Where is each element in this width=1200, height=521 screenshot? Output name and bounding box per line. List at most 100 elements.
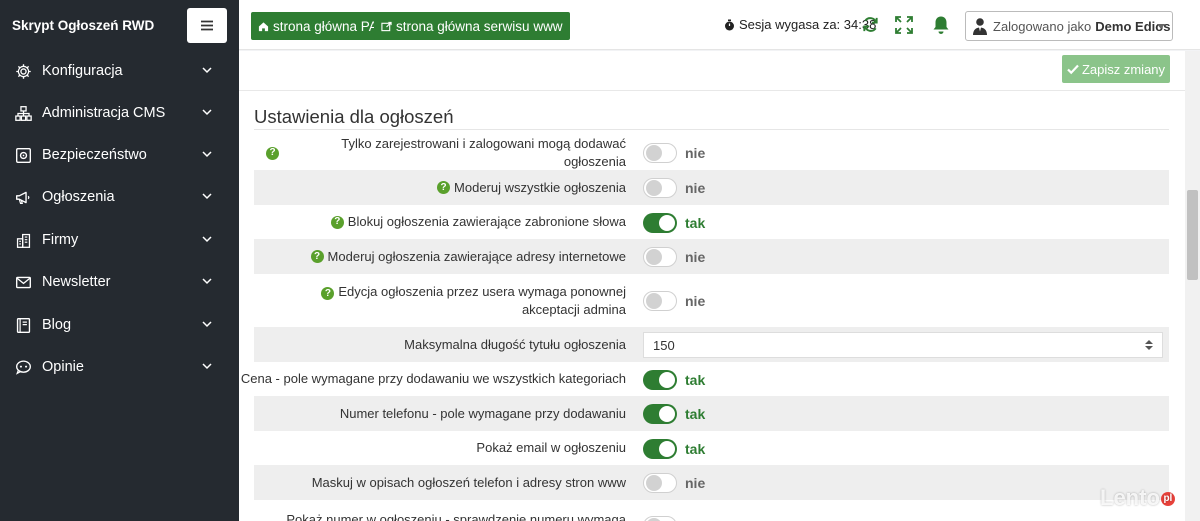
comments-icon: [14, 358, 32, 376]
toggle-knob: [659, 215, 675, 231]
setting-state: nie: [685, 145, 706, 161]
sidebar-item-administracja-cms[interactable]: Administracja CMS: [0, 92, 239, 134]
toggle-knob: [646, 249, 662, 265]
bell-icon[interactable]: [932, 15, 950, 35]
home-pa-button[interactable]: strona główna PA: [251, 12, 385, 40]
setting-label: ? Tylko zarejestrowani i zalogowani mogą …: [266, 136, 626, 170]
setting-row: Maksymalna długość tytułu ogłoszenia 150: [254, 327, 1169, 362]
setting-row: Pokaż numer w ogłoszeniu - sprawdzenie n…: [254, 500, 1169, 521]
save-button[interactable]: Zapisz zmiany: [1062, 55, 1170, 83]
help-icon[interactable]: ?: [437, 181, 451, 194]
chevron-down-icon: [202, 363, 212, 370]
toggle-knob: [659, 372, 675, 388]
gear-icon: [14, 62, 32, 80]
setting-toggle[interactable]: [643, 143, 677, 163]
help-icon[interactable]: ?: [266, 146, 279, 160]
chevron-down-icon: [202, 321, 212, 328]
setting-toggle[interactable]: [643, 439, 677, 459]
setting-row: Cena - pole wymagane przy dodawaniu we w…: [241, 362, 1169, 396]
sidebar-item-bezpieczenstwo[interactable]: Bezpieczeństwo: [0, 134, 239, 176]
setting-row: Maskuj w opisach ogłoszeń telefon i adre…: [254, 465, 1169, 500]
sidebar-item-label: Ogłoszenia: [42, 189, 115, 205]
spinner-arrows-icon[interactable]: [1144, 339, 1154, 351]
home-www-button[interactable]: strona główna serwisu www: [374, 12, 570, 40]
setting-toggle[interactable]: [643, 370, 677, 390]
help-icon[interactable]: ?: [321, 287, 335, 300]
book-icon: [14, 316, 32, 334]
chevron-down-icon: [202, 109, 212, 116]
refresh-icon[interactable]: [861, 15, 880, 34]
toggle-knob: [659, 441, 675, 457]
title-length-input[interactable]: 150: [643, 332, 1163, 358]
setting-state: nie: [685, 475, 706, 491]
sidebar-item-label: Opinie: [42, 359, 84, 375]
sidebar-item-opinie[interactable]: Opinie: [0, 346, 239, 388]
setting-label: ? Blokuj ogłoszenia zawierające zabronion…: [266, 205, 626, 239]
setting-label: Maksymalna długość tytułu ogłoszenia: [404, 336, 626, 352]
setting-toggle[interactable]: [643, 247, 677, 267]
sidebar-item-ogloszenia[interactable]: Ogłoszenia: [0, 176, 239, 218]
help-icon[interactable]: ?: [330, 215, 344, 229]
setting-toggle[interactable]: [643, 473, 677, 493]
setting-row: ? Edycja ogłoszenia przez usera wymaga po…: [254, 274, 1169, 327]
sidebar-item-label: Administracja CMS: [42, 105, 166, 121]
setting-label-text: Tylko zarejestrowani i zalogowani mogą d…: [341, 136, 626, 169]
setting-row: Numer telefonu - pole wymagane przy doda…: [254, 396, 1169, 431]
building-icon: [14, 231, 32, 249]
sidebar-item-blog[interactable]: Blog: [0, 304, 239, 346]
topbar: strona główna PA strona główna serwisu w…: [239, 0, 1200, 50]
setting-toggle[interactable]: [643, 178, 677, 198]
scrollbar-track[interactable]: [1185, 51, 1200, 521]
menu-toggle-button[interactable]: [187, 8, 227, 43]
setting-state: nie: [685, 293, 706, 309]
section-title: Ustawienia dla ogłoszeń: [254, 106, 454, 127]
setting-label: Cena - pole wymagane przy dodawaniu we w…: [240, 371, 626, 386]
toggle-knob: [646, 180, 662, 196]
setting-toggle[interactable]: [643, 404, 677, 424]
setting-label-text: Blokuj ogłoszenia zawierające zabronione…: [347, 214, 626, 229]
setting-row: Pokaż email w ogłoszeniu tak: [254, 431, 1169, 465]
setting-toggle[interactable]: [643, 213, 677, 233]
watermark-logo: Lento pl: [1100, 485, 1175, 511]
setting-state: tak: [685, 215, 706, 231]
stopwatch-icon: [725, 19, 734, 30]
main-content: Zapisz zmiany Ustawienia dla ogłoszeń ? T…: [239, 51, 1185, 521]
setting-state: nie: [685, 249, 706, 265]
sidebar-item-label: Firmy: [42, 232, 79, 248]
sidebar-item-firmy[interactable]: Firmy: [0, 219, 239, 261]
setting-label: ? Moderuj ogłoszenia zawierające adresy i…: [266, 239, 626, 274]
user-menu-dropdown[interactable]: Zalogowano jako Demo Edios: [965, 11, 1173, 41]
scrollbar-thumb[interactable]: [1187, 190, 1198, 280]
session-timer: Sesja wygasa za: 34:38: [724, 17, 876, 32]
sidebar-item-label: Blog: [42, 317, 72, 333]
setting-state: tak: [685, 441, 706, 457]
setting-label-text: Moderuj wszystkie ogłoszenia: [454, 179, 626, 195]
setting-label: Pokaż numer w ogłoszeniu - sprawdzenie n…: [286, 512, 626, 521]
setting-state: nie: [685, 180, 706, 196]
fullscreen-icon[interactable]: [894, 15, 914, 35]
setting-row: ? Tylko zarejestrowani i zalogowani mogą …: [254, 136, 1169, 170]
setting-toggle[interactable]: [643, 516, 677, 521]
setting-toggle[interactable]: [643, 291, 677, 311]
safe-icon: [14, 146, 32, 164]
sitemap-icon: [14, 104, 32, 122]
sidebar: Skrypt Ogłoszeń RWD Konfiguracja Adminis…: [0, 0, 239, 521]
section-divider: [254, 129, 1169, 130]
help-icon[interactable]: ?: [310, 250, 324, 263]
envelope-icon: [14, 273, 32, 291]
chevron-down-icon: [202, 236, 212, 243]
sidebar-item-label: Newsletter: [42, 274, 111, 290]
user-prefix: Zalogowano jako: [993, 18, 1092, 34]
sidebar-item-konfiguracja[interactable]: Konfiguracja: [0, 50, 239, 92]
watermark-suffix: pl: [1160, 492, 1175, 507]
home-icon: [258, 21, 269, 31]
setting-label: ? Edycja ogłoszenia przez usera wymaga po…: [286, 274, 626, 327]
watermark-text: Lento: [1100, 485, 1160, 510]
setting-state: tak: [685, 372, 706, 388]
setting-label: Numer telefonu - pole wymagane przy doda…: [339, 405, 626, 421]
setting-row: ? Moderuj ogłoszenia zawierające adresy i…: [254, 239, 1169, 274]
megaphone-icon: [14, 188, 32, 206]
sidebar-item-newsletter[interactable]: Newsletter: [0, 261, 239, 303]
sidebar-item-label: Konfiguracja: [42, 63, 123, 79]
home-pa-label: strona główna PA: [273, 18, 378, 34]
